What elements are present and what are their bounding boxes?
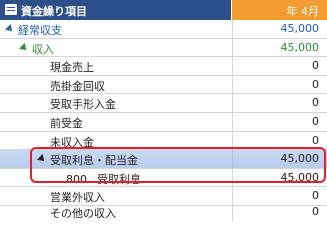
item-column-title: 資金繰り項目	[21, 5, 87, 18]
expand-arrow-icon[interactable]	[5, 24, 15, 34]
row-label: 収入	[32, 42, 54, 56]
row-value: 45,000	[280, 152, 320, 166]
tree-row-advances-received[interactable]: 前受金 0	[0, 113, 327, 132]
cashflow-grid: 資金繰り項目 年 4月 経常収支 45,000 収入 45,000 現金売上 0…	[0, 0, 327, 222]
row-label: 前受金	[50, 117, 83, 130]
tree-row-income[interactable]: 収入 45,000	[0, 38, 327, 58]
expand-arrow-icon[interactable]	[19, 42, 29, 53]
row-value: 0	[312, 189, 319, 203]
grid-header: 資金繰り項目 年 4月	[0, 0, 327, 20]
list-icon	[5, 4, 17, 15]
tree-row-accrued-income[interactable]: 未収入金 0	[0, 131, 327, 151]
tree-row-other-income[interactable]: その他の収入 0	[0, 203, 327, 222]
account-code: 800	[66, 172, 87, 186]
tree-row-receivables-collection[interactable]: 売掛金回収 0	[0, 75, 327, 95]
row-value: 0	[312, 77, 319, 91]
tree-row-notes-receivable[interactable]: 受取手形入金 0	[0, 94, 327, 113]
tree-row-recurring-balance[interactable]: 経常収支 45,000	[0, 20, 327, 39]
row-label: 経常収支	[18, 24, 62, 37]
month-column-header[interactable]: 年 4月	[232, 0, 327, 20]
expand-arrow-icon[interactable]	[37, 154, 47, 165]
row-label: 売掛金回収	[50, 79, 105, 93]
row-label: その他の収入	[50, 207, 116, 220]
row-value: 45,000	[280, 170, 320, 184]
row-value: 0	[312, 96, 319, 110]
row-value: 45,000	[280, 22, 320, 35]
row-label: 未収入金	[50, 135, 94, 149]
row-value: 0	[312, 59, 319, 73]
tree-row-interest-income[interactable]: 800 受取利息 45,000	[0, 168, 327, 188]
row-label: 受取利息・配当金	[50, 154, 138, 168]
row-label: 現金売上	[50, 61, 94, 75]
tree-row-interest-dividends[interactable]: 受取利息・配当金 45,000	[0, 150, 327, 169]
item-column-header[interactable]: 資金繰り項目	[0, 0, 232, 20]
row-label: 受取利息	[97, 172, 141, 186]
row-value: 0	[312, 115, 319, 128]
row-value: 45,000	[280, 40, 320, 54]
row-value: 0	[312, 133, 319, 147]
row-value: 0	[312, 205, 319, 218]
tree-row-cash-sales[interactable]: 現金売上 0	[0, 57, 327, 76]
month-label: 年 4月	[286, 5, 320, 18]
row-label: 受取手形入金	[50, 98, 116, 112]
